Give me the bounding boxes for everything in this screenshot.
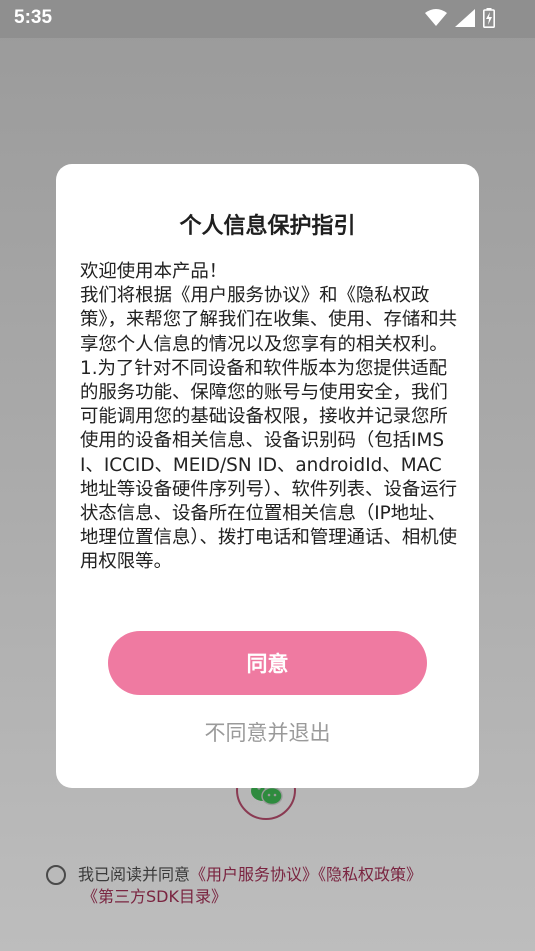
status-time: 5:35 [14,7,53,28]
sdk-list-link[interactable]: 《第三方SDK目录》 [82,886,227,908]
agreement-checkbox[interactable] [46,865,66,885]
cellular-signal-icon [455,9,475,27]
user-agreement-link[interactable]: 《用户服务协议》 [190,865,318,884]
status-icons [425,8,495,28]
privacy-policy-link[interactable]: 《隐私权政策》 [318,865,422,884]
decline-exit-button[interactable]: 不同意并退出 [108,712,427,752]
dialog-paragraph: 欢迎使用本产品！ [80,261,228,282]
dialog-paragraph: 我们将根据《用户服务协议》和《隐私权政策》，来帮您了解我们在收集、使用、存储和共… [80,285,458,355]
privacy-dialog: 个人信息保护指引 欢迎使用本产品！ 我们将根据《用户服务协议》和《隐私权政策》，… [56,164,479,788]
wifi-icon [425,9,447,26]
battery-charging-icon [483,8,495,28]
dialog-title: 个人信息保护指引 [179,214,356,239]
status-bar: 5:35 [0,0,535,38]
agree-button[interactable]: 同意 [108,631,427,695]
dialog-body[interactable]: 欢迎使用本产品！ 我们将根据《用户服务协议》和《隐私权政策》，来帮您了解我们在收… [80,260,458,582]
agreement-prefix: 我已阅读并同意 [78,865,191,884]
agreement-text: 我已阅读并同意《用户服务协议》《隐私权政策》 [78,864,498,886]
dialog-paragraph: 1.为了针对不同设备和软件版本为您提供适配的服务功能、保障您的账号与使用安全，我… [80,357,458,573]
